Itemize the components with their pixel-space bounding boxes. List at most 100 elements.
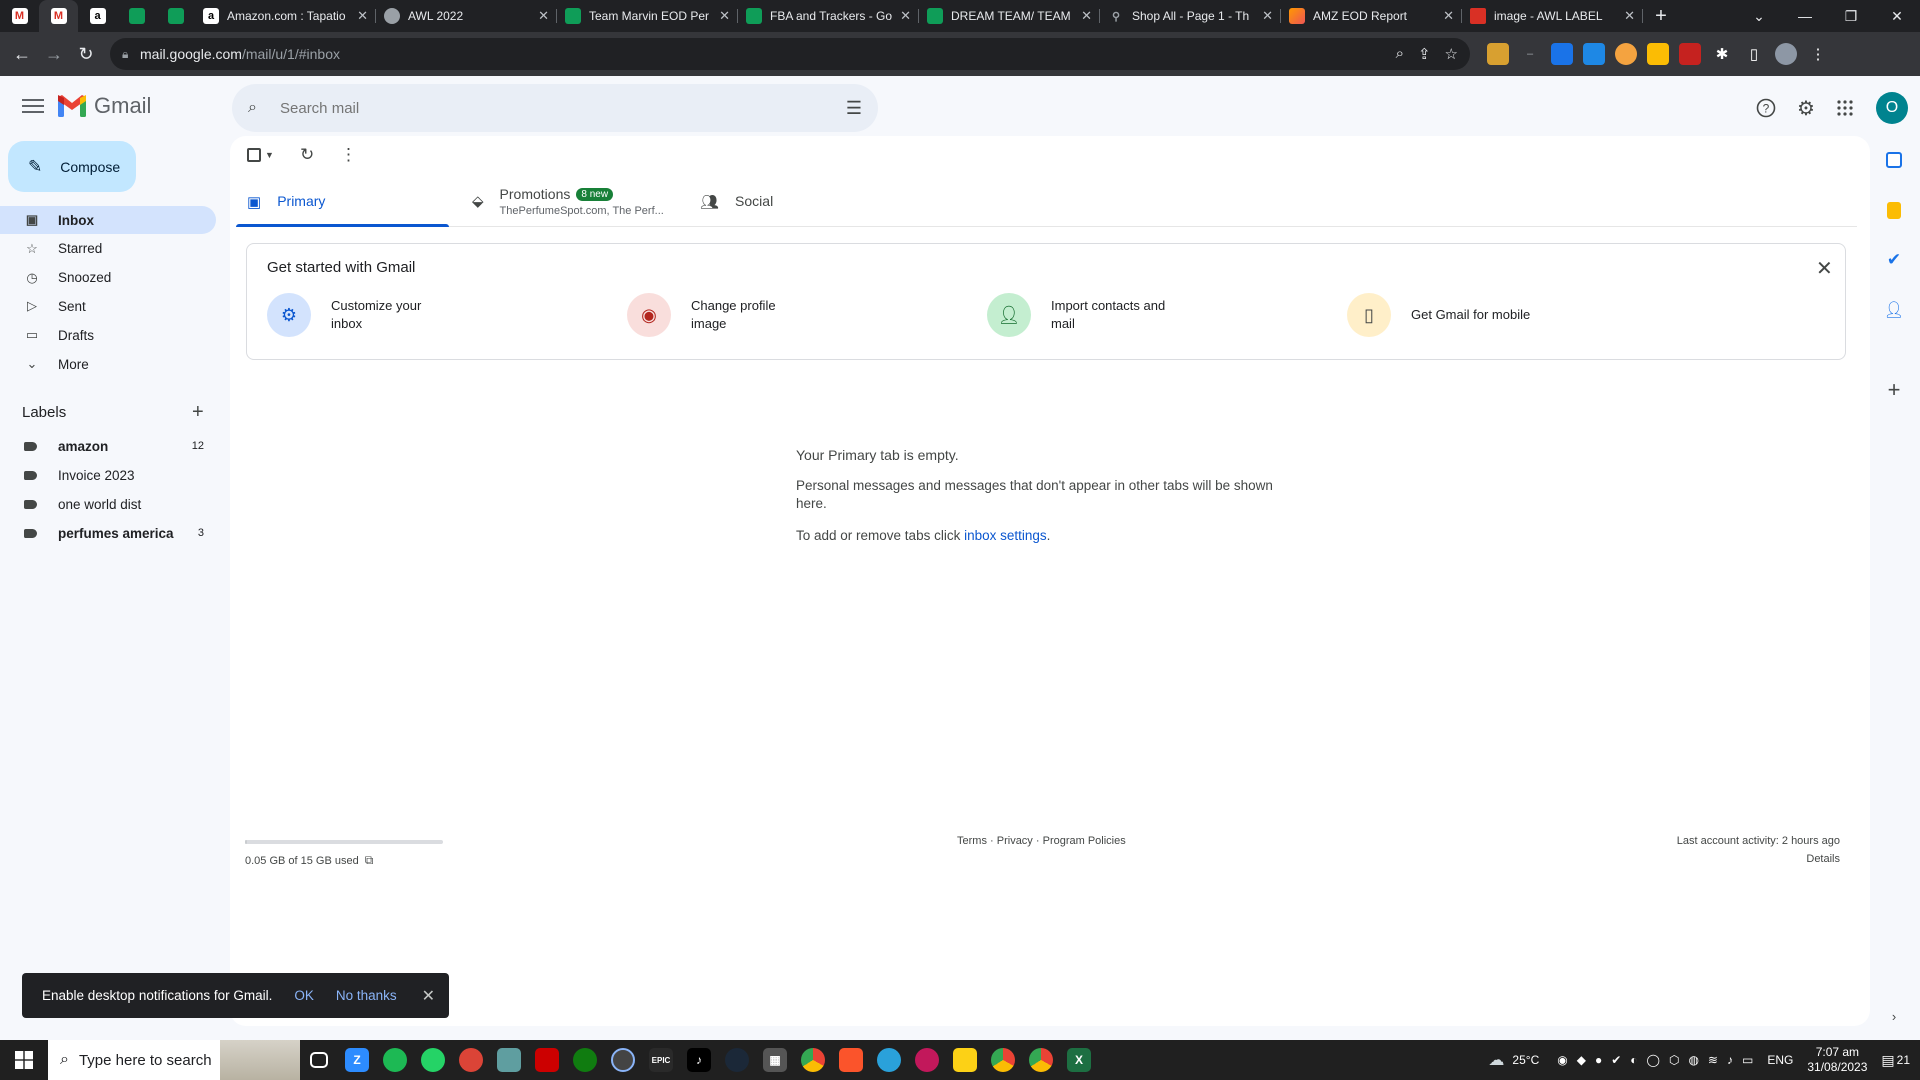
settings-gear-icon[interactable]: ⚙ [1792,94,1820,122]
browser-tab[interactable]: Team Marvin EOD Per ✕ [557,0,738,32]
tray-icon[interactable]: ⬡ [1669,1053,1679,1067]
chrome-icon[interactable] [794,1040,832,1080]
label-item[interactable]: Invoice 2023 [0,461,216,489]
browser-tab[interactable]: M [0,0,39,32]
search-icon[interactable]: ⌕ [248,99,272,117]
app-icon[interactable] [490,1040,528,1080]
tab-close-icon[interactable]: ✕ [538,8,549,24]
new-tab-button[interactable]: + [1643,0,1679,32]
browser-tab[interactable] [156,0,195,32]
privacy-link[interactable]: Privacy [997,835,1033,847]
browser-tab[interactable]: AWL 2022 ✕ [376,0,557,32]
inbox-settings-link[interactable]: inbox settings [964,528,1047,543]
sticky-notes-icon[interactable] [946,1040,984,1080]
label-item[interactable]: one world dist [0,490,216,518]
expand-panel-chevron-icon[interactable]: › [1882,1004,1906,1028]
select-checkbox[interactable] [247,148,261,162]
search-options-icon[interactable]: ☰ [846,98,862,119]
tab-close-icon[interactable]: ✕ [357,8,368,24]
chrome-menu-icon[interactable]: ⋮ [1807,43,1829,65]
taskbar-search[interactable]: ⌕ Type here to search [48,1040,300,1080]
get-started-item[interactable]: ◉ Change profile image [627,293,811,337]
main-menu-icon[interactable] [20,94,46,118]
puzzle-icon[interactable]: ✱ [1711,43,1733,65]
minimize-button[interactable]: — [1782,0,1828,32]
terms-link[interactable]: Terms [957,835,987,847]
open-external-icon[interactable]: ⧉ [365,853,374,868]
sidebar-item-snoozed[interactable]: ◷ Snoozed [0,264,216,292]
tray-icon[interactable]: ◯ [1647,1053,1660,1067]
tasks-icon[interactable]: ✔ [1882,248,1906,272]
browser-tab[interactable]: DREAM TEAM/ TEAM ✕ [919,0,1100,32]
details-link[interactable]: Details [1700,853,1840,865]
tray-icon[interactable]: ● [1595,1053,1602,1067]
browser-tab[interactable]: M [39,0,78,32]
extension-icon[interactable] [1551,43,1573,65]
refresh-icon[interactable]: ↻ [300,145,314,165]
tab-close-icon[interactable]: ✕ [1262,8,1273,24]
extension-icon[interactable]: – [1519,43,1541,65]
battery-icon[interactable]: ▭ [1742,1053,1753,1067]
language-indicator[interactable]: ENG [1767,1053,1793,1067]
toast-close-icon[interactable]: ✕ [422,986,435,1006]
extension-icon[interactable] [1583,43,1605,65]
label-item[interactable]: perfumes america 3 [0,519,216,547]
chrome-icon[interactable] [984,1040,1022,1080]
sidebar-item-inbox[interactable]: ▣ Inbox [0,206,216,234]
browser-tab[interactable] [117,0,156,32]
spotify-icon[interactable] [376,1040,414,1080]
steam-icon[interactable] [718,1040,756,1080]
tab-social[interactable]: 👥︎ Social [700,193,773,229]
restore-button[interactable]: ❐ [1828,0,1874,32]
notification-center[interactable]: ▤ 21 [1881,1052,1910,1069]
chrome-icon[interactable] [1022,1040,1060,1080]
app-icon[interactable] [908,1040,946,1080]
tray-icon[interactable]: ◐ [1630,1053,1637,1067]
reload-icon[interactable]: ↻ [70,38,102,70]
get-started-item[interactable]: ⚙ Customize your inbox [267,293,451,337]
telegram-icon[interactable] [870,1040,908,1080]
toast-ok-button[interactable]: OK [294,988,314,1003]
close-icon[interactable]: ✕ [1816,256,1833,281]
help-icon[interactable]: ? [1752,94,1780,122]
browser-tab[interactable]: FBA and Trackers - Go ✕ [738,0,919,32]
epic-games-icon[interactable]: EPIC [642,1040,680,1080]
tray-icon[interactable]: ◉ [1557,1053,1567,1067]
add-addon-plus-icon[interactable]: + [1882,377,1906,402]
windows-start-icon[interactable] [0,1040,48,1080]
app-icon[interactable] [604,1040,642,1080]
weather-widget[interactable]: ☁ 25°C [1488,1050,1539,1070]
extension-icon[interactable] [1487,43,1509,65]
program-policies-link[interactable]: Program Policies [1043,835,1126,847]
close-window-button[interactable]: ✕ [1874,0,1920,32]
sidebar-item-more[interactable]: ⌄ More [0,350,216,378]
toast-no-thanks-button[interactable]: No thanks [336,988,397,1003]
amd-icon[interactable] [528,1040,566,1080]
browser-tab[interactable]: AMZ EOD Report ✕ [1281,0,1462,32]
tray-icon[interactable]: ◍ [1688,1053,1698,1067]
browser-tab[interactable]: a [78,0,117,32]
sidebar-item-sent[interactable]: ▷ Sent [0,292,216,320]
zoom-icon[interactable]: ⌕ [1396,45,1404,63]
sidebar-item-starred[interactable]: ☆ Starred [0,235,216,263]
browser-tab[interactable]: image - AWL LABEL ✕ [1462,0,1643,32]
search-input[interactable] [280,99,820,117]
address-bar[interactable]: 🔒︎ mail.google.com/mail/u/1/#inbox ⌕ ⇪ ☆ [110,38,1470,70]
chrome-profile-icon[interactable] [452,1040,490,1080]
tab-close-icon[interactable]: ✕ [719,8,730,24]
lock-icon[interactable]: 🔒︎ [122,47,140,62]
side-panel-icon[interactable]: ▯ [1743,43,1765,65]
tray-icon[interactable]: ✔ [1611,1053,1621,1067]
create-label-plus-icon[interactable]: + [192,401,204,424]
more-vertical-icon[interactable]: ⋮ [340,145,357,165]
account-avatar[interactable]: O [1876,92,1908,124]
select-all-control[interactable]: ▼ [247,148,274,162]
whatsapp-icon[interactable] [414,1040,452,1080]
compose-button[interactable]: ✎ Compose [8,141,136,192]
tab-promotions[interactable]: ⬙ Promotions 8 new ThePerfumeSpot.com, T… [472,186,664,222]
tab-close-icon[interactable]: ✕ [1624,8,1635,24]
calendar-icon[interactable] [1882,148,1906,172]
volume-icon[interactable]: ♪ [1727,1053,1733,1067]
excel-icon[interactable]: X [1060,1040,1098,1080]
caret-down-icon[interactable]: ▼ [265,150,274,160]
